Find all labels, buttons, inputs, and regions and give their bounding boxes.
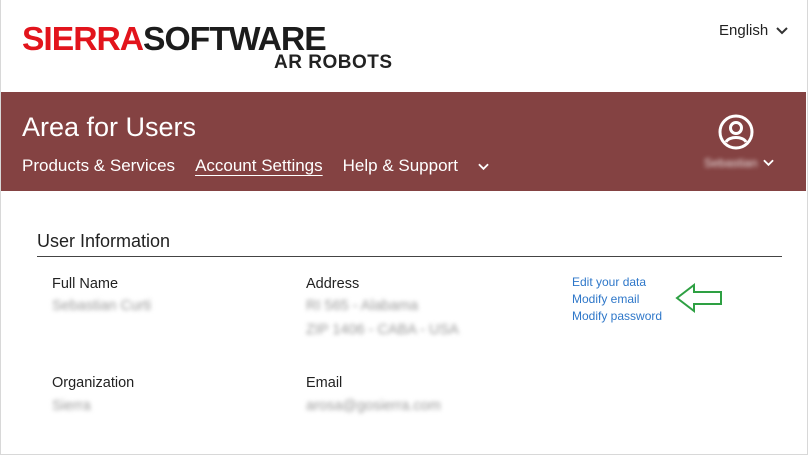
full-name-label: Full Name (52, 276, 119, 292)
address-label: Address (306, 276, 360, 292)
sierra-software-logo[interactable]: SIERRASOFTWARE AR ROBOTS (22, 22, 422, 74)
address-line2-value: ZIP 1406 - CABA - USA (306, 322, 459, 338)
account-actions: Edit your data Modify email Modify passw… (572, 275, 662, 323)
email-label: Email (306, 375, 343, 391)
user-menu-chevron-down-icon[interactable] (763, 159, 774, 167)
email-value: arosa@gosierra.com (306, 398, 441, 414)
logo-sierra-text: SIERRA (22, 20, 144, 57)
user-name[interactable]: Sebastian (704, 156, 757, 170)
edit-data-link[interactable]: Edit your data (572, 275, 662, 289)
address-line1-value: RI 565 - Alabama (306, 298, 419, 314)
user-circle-icon[interactable] (717, 113, 755, 151)
user-area-banner: Area for Users Products & Services Accou… (1, 92, 806, 191)
logo-subtitle: AR ROBOTS (274, 52, 393, 73)
main-nav: Products & Services Account Settings Hel… (22, 156, 489, 176)
arrow-left-outline-icon (675, 283, 722, 314)
section-title-user-information: User Information (37, 231, 171, 251)
language-selector[interactable]: English (719, 22, 788, 39)
logo-wordmark: SIERRASOFTWARE (22, 20, 327, 57)
page-title: Area for Users (22, 112, 197, 142)
chevron-down-icon (776, 22, 788, 39)
language-label: English (719, 22, 769, 39)
nav-account-settings[interactable]: Account Settings (195, 156, 323, 176)
full-name-value: Sebastian Curti (52, 298, 152, 314)
section-divider (37, 256, 782, 257)
organization-value: Sierra (52, 398, 91, 414)
nav-help-support[interactable]: Help & Support (343, 156, 458, 176)
modify-password-link[interactable]: Modify password (572, 309, 662, 323)
nav-more-chevron-down-icon[interactable] (478, 156, 489, 176)
modify-email-link[interactable]: Modify email (572, 292, 662, 306)
organization-label: Organization (52, 375, 135, 391)
nav-products-services[interactable]: Products & Services (22, 156, 175, 176)
